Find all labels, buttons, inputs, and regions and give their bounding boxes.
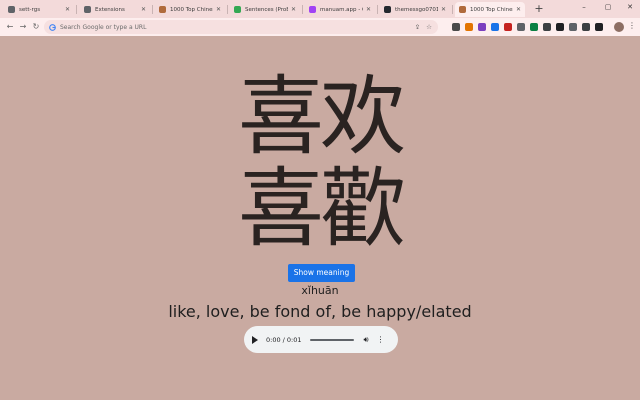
maximize-icon[interactable]: ▢ bbox=[602, 3, 614, 11]
tab-strip: sett-rgs✕Extensions✕1000 Top Chinese Wo✕… bbox=[0, 0, 640, 18]
extension-icon[interactable] bbox=[517, 23, 525, 31]
tab-separator bbox=[152, 5, 153, 14]
show-meaning-button[interactable]: Show meaning bbox=[288, 264, 355, 282]
github-icon bbox=[384, 6, 391, 13]
traditional-characters: 喜歡 bbox=[238, 159, 406, 259]
tab-title: 1000 Top Chinese Wo bbox=[470, 6, 513, 13]
tab-close-icon[interactable]: ✕ bbox=[366, 6, 371, 13]
address-placeholder: Search Google or type a URL bbox=[60, 23, 147, 31]
browser-tab[interactable]: themessgo0701 /hao...✕ bbox=[380, 2, 450, 17]
pinyin-text: xǐhuān bbox=[301, 284, 339, 297]
browser-toolbar: ← → ↻ Search Google or type a URL ⇪ ☆ ⋮ bbox=[0, 18, 640, 36]
browser-tab[interactable]: Sentences (ProBe-D...✕ bbox=[230, 2, 300, 17]
tab-title: themessgo0701 /hao... bbox=[395, 6, 438, 13]
audio-progress-bar[interactable] bbox=[309, 338, 354, 341]
tab-title: 1000 Top Chinese Wo bbox=[170, 6, 213, 13]
tab-title: Sentences (ProBe-D... bbox=[245, 6, 288, 13]
minimize-icon[interactable]: – bbox=[578, 3, 590, 11]
extension-icon[interactable] bbox=[530, 23, 538, 31]
book-icon bbox=[459, 6, 466, 13]
tab-title: sett-rgs bbox=[19, 6, 41, 13]
more-options-icon[interactable]: ⋮ bbox=[377, 335, 385, 344]
share-icon[interactable]: ⇪ bbox=[415, 23, 420, 31]
tab-close-icon[interactable]: ✕ bbox=[291, 6, 296, 13]
extension-icon[interactable] bbox=[582, 23, 590, 31]
audio-time: 0:00 / 0:01 bbox=[266, 335, 302, 344]
tab-separator bbox=[227, 5, 228, 14]
extension-icon[interactable] bbox=[491, 23, 499, 31]
back-icon[interactable]: ← bbox=[4, 21, 16, 33]
new-tab-button[interactable]: + bbox=[533, 3, 545, 15]
extension-icon[interactable] bbox=[478, 23, 486, 31]
browser-tab[interactable]: sett-rgs ✕ bbox=[4, 2, 74, 17]
browser-tab[interactable]: 1000 Top Chinese Wo✕ bbox=[455, 2, 525, 17]
audio-player: 0:00 / 0:01 🔊︎ ⋮ bbox=[244, 326, 398, 353]
tab-close-icon[interactable]: ✕ bbox=[65, 6, 70, 13]
browser-tab[interactable]: manuam.app - Organi...✕ bbox=[305, 2, 375, 17]
extension-icon[interactable] bbox=[452, 23, 460, 31]
browser-menu-icon[interactable]: ⋮ bbox=[628, 21, 636, 30]
tab-separator bbox=[452, 5, 453, 14]
extension-icon[interactable] bbox=[556, 23, 564, 31]
tab-title: manuam.app - Organi... bbox=[320, 6, 363, 13]
play-icon[interactable] bbox=[252, 335, 258, 344]
browser-tab[interactable]: 1000 Top Chinese Wo✕ bbox=[155, 2, 225, 17]
gear-icon bbox=[8, 6, 15, 13]
extension-icon[interactable] bbox=[465, 23, 473, 31]
tab-separator bbox=[377, 5, 378, 14]
site-icon bbox=[309, 6, 316, 13]
simplified-characters: 喜欢 bbox=[238, 67, 406, 167]
book-icon bbox=[159, 6, 166, 13]
address-bar[interactable]: Search Google or type a URL ⇪ ☆ bbox=[44, 20, 438, 34]
extension-icon[interactable] bbox=[569, 23, 577, 31]
volume-icon[interactable]: 🔊︎ bbox=[364, 335, 369, 345]
forward-icon[interactable]: → bbox=[17, 21, 29, 33]
extension-icon[interactable] bbox=[543, 23, 551, 31]
profile-avatar[interactable] bbox=[614, 22, 624, 32]
reload-icon[interactable]: ↻ bbox=[30, 21, 42, 33]
tab-close-icon[interactable]: ✕ bbox=[216, 6, 221, 13]
browser-tab[interactable]: Extensions ✕ bbox=[80, 2, 150, 17]
tab-close-icon[interactable]: ✕ bbox=[516, 6, 521, 13]
extension-icon[interactable] bbox=[504, 23, 512, 31]
tab-close-icon[interactable]: ✕ bbox=[441, 6, 446, 13]
extension-icon[interactable] bbox=[595, 23, 603, 31]
site-icon bbox=[234, 6, 241, 13]
puzzle-icon bbox=[84, 6, 91, 13]
tab-separator bbox=[302, 5, 303, 14]
close-window-icon[interactable]: ✕ bbox=[624, 3, 636, 11]
bookmark-star-icon[interactable]: ☆ bbox=[426, 23, 432, 31]
google-icon bbox=[49, 23, 56, 31]
meaning-text: like, love, be fond of, be happy/elated bbox=[168, 302, 472, 321]
tab-close-icon[interactable]: ✕ bbox=[141, 6, 146, 13]
tab-title: Extensions bbox=[95, 6, 125, 13]
tab-separator bbox=[76, 5, 77, 14]
